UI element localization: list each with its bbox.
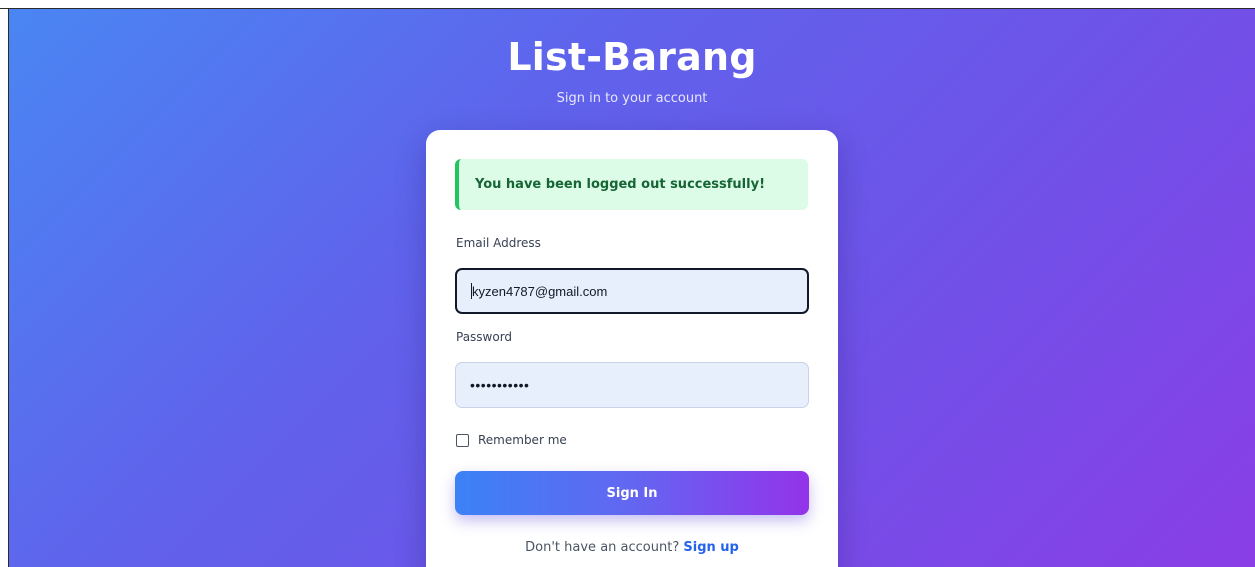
remember-me-control[interactable]: Remember me xyxy=(456,433,567,447)
sign-in-button[interactable]: Sign In xyxy=(455,471,809,515)
email-field[interactable]: kyzen4787@gmail.com xyxy=(455,268,809,314)
screen: List-Barang Sign in to your account You … xyxy=(0,0,1255,567)
sign-in-label: Sign In xyxy=(606,485,658,501)
remember-me-label: Remember me xyxy=(478,433,567,447)
email-label: Email Address xyxy=(456,236,541,250)
gradient-background: List-Barang Sign in to your account You … xyxy=(9,9,1255,567)
app-subtitle: Sign in to your account xyxy=(556,91,708,106)
password-label: Password xyxy=(456,330,513,344)
signup-prompt-text: Don't have an account? xyxy=(525,540,680,555)
sign-up-link[interactable]: Sign up xyxy=(683,540,738,555)
signup-prompt: Don't have an account? Sign up xyxy=(426,540,838,555)
password-value: ••••••••••• xyxy=(470,377,530,393)
password-field[interactable]: ••••••••••• xyxy=(455,362,809,408)
app-title: List-Barang xyxy=(507,35,757,79)
logout-success-alert: You have been logged out successfully! xyxy=(455,159,808,210)
login-card: You have been logged out successfully! E… xyxy=(426,130,838,567)
alert-message: You have been logged out successfully! xyxy=(475,177,765,192)
remember-me-checkbox[interactable] xyxy=(456,433,469,447)
email-value: kyzen4787@gmail.com xyxy=(472,283,608,299)
